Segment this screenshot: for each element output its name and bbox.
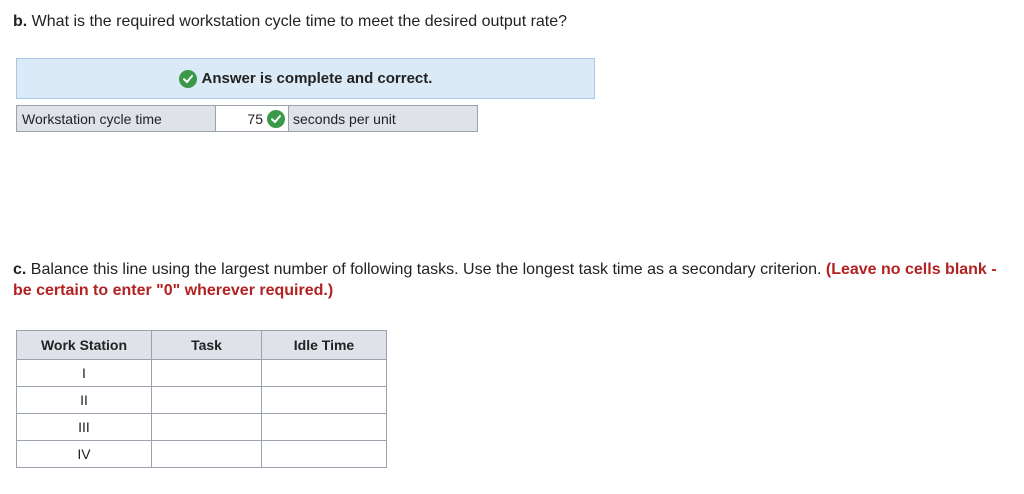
line-balance-table: Work Station Task Idle Time I II III IV xyxy=(16,330,387,468)
answer-status-text: Answer is complete and correct. xyxy=(201,70,433,87)
answer-label: Workstation cycle time xyxy=(16,105,216,132)
header-task: Task xyxy=(151,330,262,360)
header-work-station: Work Station xyxy=(16,330,152,360)
station-cell: II xyxy=(16,386,152,414)
question-c: c. Balance this line using the largest n… xyxy=(13,259,1018,301)
correct-check-icon xyxy=(267,109,285,128)
answer-unit: seconds per unit xyxy=(288,105,478,132)
station-cell: I xyxy=(16,359,152,387)
question-b-text: What is the required workstation cycle t… xyxy=(31,13,568,30)
idle-time-input-cell[interactable] xyxy=(261,386,387,414)
answer-value: 75 xyxy=(247,110,263,127)
question-c-text: Balance this line using the largest numb… xyxy=(30,261,822,278)
table-row: II xyxy=(16,386,387,414)
table-row: IV xyxy=(16,440,387,468)
task-input-cell[interactable] xyxy=(151,440,262,468)
table-header-row: Work Station Task Idle Time xyxy=(16,330,387,360)
answer-table: Workstation cycle time 75 seconds per un… xyxy=(16,105,478,132)
question-c-label: c. xyxy=(13,261,27,278)
task-input-cell[interactable] xyxy=(151,413,262,441)
table-row: I xyxy=(16,359,387,387)
question-b-label: b. xyxy=(13,13,28,30)
answer-status-banner: Answer is complete and correct. xyxy=(16,58,595,99)
answer-row: Workstation cycle time 75 seconds per un… xyxy=(16,105,478,132)
check-circle-icon xyxy=(178,69,197,88)
task-input-cell[interactable] xyxy=(151,359,262,387)
question-b: b. What is the required workstation cycl… xyxy=(13,11,567,32)
answer-value-cell[interactable]: 75 xyxy=(215,105,289,132)
table-row: III xyxy=(16,413,387,441)
header-idle-time: Idle Time xyxy=(261,330,387,360)
idle-time-input-cell[interactable] xyxy=(261,359,387,387)
idle-time-input-cell[interactable] xyxy=(261,440,387,468)
idle-time-input-cell[interactable] xyxy=(261,413,387,441)
station-cell: III xyxy=(16,413,152,441)
station-cell: IV xyxy=(16,440,152,468)
task-input-cell[interactable] xyxy=(151,386,262,414)
